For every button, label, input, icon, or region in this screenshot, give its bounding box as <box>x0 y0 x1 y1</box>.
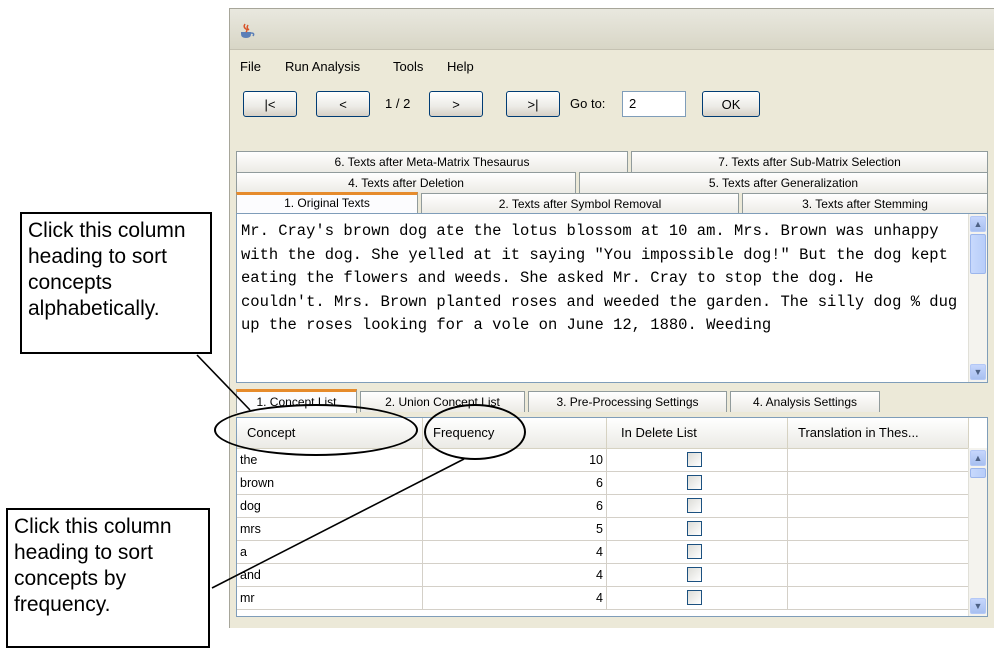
callout-pointers <box>196 354 465 589</box>
